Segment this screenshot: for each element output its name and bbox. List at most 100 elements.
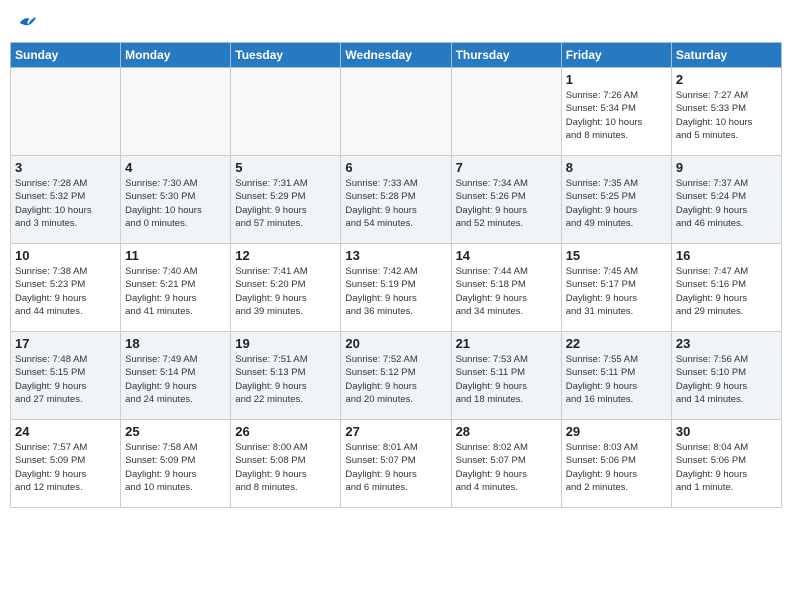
calendar-day-cell (231, 68, 341, 156)
calendar-week-row: 1 Sunrise: 7:26 AM Sunset: 5:34 PM Daylig… (11, 68, 782, 156)
day-info: Sunrise: 7:30 AM Sunset: 5:30 PM Dayligh… (125, 177, 226, 230)
calendar-week-row: 10Sunrise: 7:38 AM Sunset: 5:23 PM Dayli… (11, 244, 782, 332)
day-number: 19 (235, 336, 336, 351)
weekday-header-cell: Monday (121, 43, 231, 68)
day-info: Sunrise: 7:28 AM Sunset: 5:32 PM Dayligh… (15, 177, 116, 230)
day-info: Sunrise: 7:47 AM Sunset: 5:16 PM Dayligh… (676, 265, 777, 318)
day-info: Sunrise: 7:27 AM Sunset: 5:33 PM Dayligh… (676, 89, 777, 142)
calendar-day-cell: 20 Sunrise: 7:52 AM Sunset: 5:12 PM Dayli… (341, 332, 451, 420)
calendar-day-cell (121, 68, 231, 156)
day-info: Sunrise: 7:48 AM Sunset: 5:15 PM Dayligh… (15, 353, 116, 406)
calendar-day-cell: 23 Sunrise: 7:56 AM Sunset: 5:10 PM Dayli… (671, 332, 781, 420)
calendar-week-row: 3 Sunrise: 7:28 AM Sunset: 5:32 PM Daylig… (11, 156, 782, 244)
day-info: Sunrise: 7:45 AM Sunset: 5:17 PM Dayligh… (566, 265, 667, 318)
calendar-day-cell: 30Sunrise: 8:04 AM Sunset: 5:06 PM Dayli… (671, 420, 781, 508)
day-number: 28 (456, 424, 557, 439)
day-number: 16 (676, 248, 777, 263)
day-info: Sunrise: 7:33 AM Sunset: 5:28 PM Dayligh… (345, 177, 446, 230)
day-info: Sunrise: 7:31 AM Sunset: 5:29 PM Dayligh… (235, 177, 336, 230)
logo-bird-icon (18, 14, 38, 32)
day-number: 17 (15, 336, 116, 351)
calendar-day-cell: 28 Sunrise: 8:02 AM Sunset: 5:07 PM Dayli… (451, 420, 561, 508)
weekday-header-row: SundayMondayTuesdayWednesdayThursdayFrid… (11, 43, 782, 68)
calendar-day-cell: 10Sunrise: 7:38 AM Sunset: 5:23 PM Dayli… (11, 244, 121, 332)
day-number: 21 (456, 336, 557, 351)
day-number: 15 (566, 248, 667, 263)
logo (16, 14, 38, 32)
day-info: Sunrise: 7:37 AM Sunset: 5:24 PM Dayligh… (676, 177, 777, 230)
calendar-week-row: 17 Sunrise: 7:48 AM Sunset: 5:15 PM Dayli… (11, 332, 782, 420)
day-info: Sunrise: 7:58 AM Sunset: 5:09 PM Dayligh… (125, 441, 226, 494)
weekday-header-cell: Tuesday (231, 43, 341, 68)
day-info: Sunrise: 8:04 AM Sunset: 5:06 PM Dayligh… (676, 441, 777, 494)
calendar-day-cell: 6 Sunrise: 7:33 AM Sunset: 5:28 PM Daylig… (341, 156, 451, 244)
calendar-day-cell: 19 Sunrise: 7:51 AM Sunset: 5:13 PM Dayli… (231, 332, 341, 420)
day-number: 5 (235, 160, 336, 175)
day-info: Sunrise: 7:57 AM Sunset: 5:09 PM Dayligh… (15, 441, 116, 494)
calendar-day-cell: 1 Sunrise: 7:26 AM Sunset: 5:34 PM Daylig… (561, 68, 671, 156)
calendar-day-cell: 16 Sunrise: 7:47 AM Sunset: 5:16 PM Dayli… (671, 244, 781, 332)
calendar-day-cell: 3 Sunrise: 7:28 AM Sunset: 5:32 PM Daylig… (11, 156, 121, 244)
day-number: 13 (345, 248, 446, 263)
weekday-header-cell: Thursday (451, 43, 561, 68)
day-info: Sunrise: 8:00 AM Sunset: 5:08 PM Dayligh… (235, 441, 336, 494)
day-number: 3 (15, 160, 116, 175)
calendar-day-cell (451, 68, 561, 156)
calendar-day-cell: 29Sunrise: 8:03 AM Sunset: 5:06 PM Dayli… (561, 420, 671, 508)
day-number: 26 (235, 424, 336, 439)
day-info: Sunrise: 7:40 AM Sunset: 5:21 PM Dayligh… (125, 265, 226, 318)
calendar-day-cell: 27Sunrise: 8:01 AM Sunset: 5:07 PM Dayli… (341, 420, 451, 508)
day-number: 23 (676, 336, 777, 351)
calendar-day-cell: 9Sunrise: 7:37 AM Sunset: 5:24 PM Daylig… (671, 156, 781, 244)
calendar-day-cell: 2Sunrise: 7:27 AM Sunset: 5:33 PM Daylig… (671, 68, 781, 156)
day-info: Sunrise: 8:02 AM Sunset: 5:07 PM Dayligh… (456, 441, 557, 494)
day-number: 8 (566, 160, 667, 175)
calendar-body: 1 Sunrise: 7:26 AM Sunset: 5:34 PM Daylig… (11, 68, 782, 508)
calendar-day-cell: 14Sunrise: 7:44 AM Sunset: 5:18 PM Dayli… (451, 244, 561, 332)
day-info: Sunrise: 7:53 AM Sunset: 5:11 PM Dayligh… (456, 353, 557, 406)
calendar-week-row: 24 Sunrise: 7:57 AM Sunset: 5:09 PM Dayli… (11, 420, 782, 508)
day-info: Sunrise: 7:55 AM Sunset: 5:11 PM Dayligh… (566, 353, 667, 406)
calendar-day-cell: 18Sunrise: 7:49 AM Sunset: 5:14 PM Dayli… (121, 332, 231, 420)
calendar-day-cell: 13 Sunrise: 7:42 AM Sunset: 5:19 PM Dayli… (341, 244, 451, 332)
day-number: 6 (345, 160, 446, 175)
day-number: 24 (15, 424, 116, 439)
calendar-day-cell: 7Sunrise: 7:34 AM Sunset: 5:26 PM Daylig… (451, 156, 561, 244)
calendar-day-cell (341, 68, 451, 156)
day-number: 18 (125, 336, 226, 351)
calendar-day-cell: 24 Sunrise: 7:57 AM Sunset: 5:09 PM Dayli… (11, 420, 121, 508)
day-number: 4 (125, 160, 226, 175)
day-number: 12 (235, 248, 336, 263)
day-info: Sunrise: 7:38 AM Sunset: 5:23 PM Dayligh… (15, 265, 116, 318)
calendar-day-cell (11, 68, 121, 156)
day-number: 22 (566, 336, 667, 351)
weekday-header-cell: Saturday (671, 43, 781, 68)
day-info: Sunrise: 7:35 AM Sunset: 5:25 PM Dayligh… (566, 177, 667, 230)
weekday-header-cell: Wednesday (341, 43, 451, 68)
day-number: 1 (566, 72, 667, 87)
calendar-day-cell: 25Sunrise: 7:58 AM Sunset: 5:09 PM Dayli… (121, 420, 231, 508)
calendar-day-cell: 15 Sunrise: 7:45 AM Sunset: 5:17 PM Dayli… (561, 244, 671, 332)
calendar-day-cell: 11 Sunrise: 7:40 AM Sunset: 5:21 PM Dayli… (121, 244, 231, 332)
day-info: Sunrise: 8:01 AM Sunset: 5:07 PM Dayligh… (345, 441, 446, 494)
calendar-day-cell: 12Sunrise: 7:41 AM Sunset: 5:20 PM Dayli… (231, 244, 341, 332)
page-header (10, 10, 782, 36)
calendar-day-cell: 22 Sunrise: 7:55 AM Sunset: 5:11 PM Dayli… (561, 332, 671, 420)
weekday-header-cell: Sunday (11, 43, 121, 68)
calendar-day-cell: 26 Sunrise: 8:00 AM Sunset: 5:08 PM Dayli… (231, 420, 341, 508)
day-info: Sunrise: 7:52 AM Sunset: 5:12 PM Dayligh… (345, 353, 446, 406)
day-number: 14 (456, 248, 557, 263)
day-info: Sunrise: 8:03 AM Sunset: 5:06 PM Dayligh… (566, 441, 667, 494)
calendar-day-cell: 4 Sunrise: 7:30 AM Sunset: 5:30 PM Daylig… (121, 156, 231, 244)
day-number: 11 (125, 248, 226, 263)
calendar-day-cell: 21 Sunrise: 7:53 AM Sunset: 5:11 PM Dayli… (451, 332, 561, 420)
calendar-day-cell: 17 Sunrise: 7:48 AM Sunset: 5:15 PM Dayli… (11, 332, 121, 420)
calendar-table: SundayMondayTuesdayWednesdayThursdayFrid… (10, 42, 782, 508)
weekday-header-cell: Friday (561, 43, 671, 68)
calendar-day-cell: 5 Sunrise: 7:31 AM Sunset: 5:29 PM Daylig… (231, 156, 341, 244)
day-info: Sunrise: 7:56 AM Sunset: 5:10 PM Dayligh… (676, 353, 777, 406)
day-info: Sunrise: 7:42 AM Sunset: 5:19 PM Dayligh… (345, 265, 446, 318)
day-info: Sunrise: 7:51 AM Sunset: 5:13 PM Dayligh… (235, 353, 336, 406)
day-number: 20 (345, 336, 446, 351)
day-info: Sunrise: 7:26 AM Sunset: 5:34 PM Dayligh… (566, 89, 667, 142)
